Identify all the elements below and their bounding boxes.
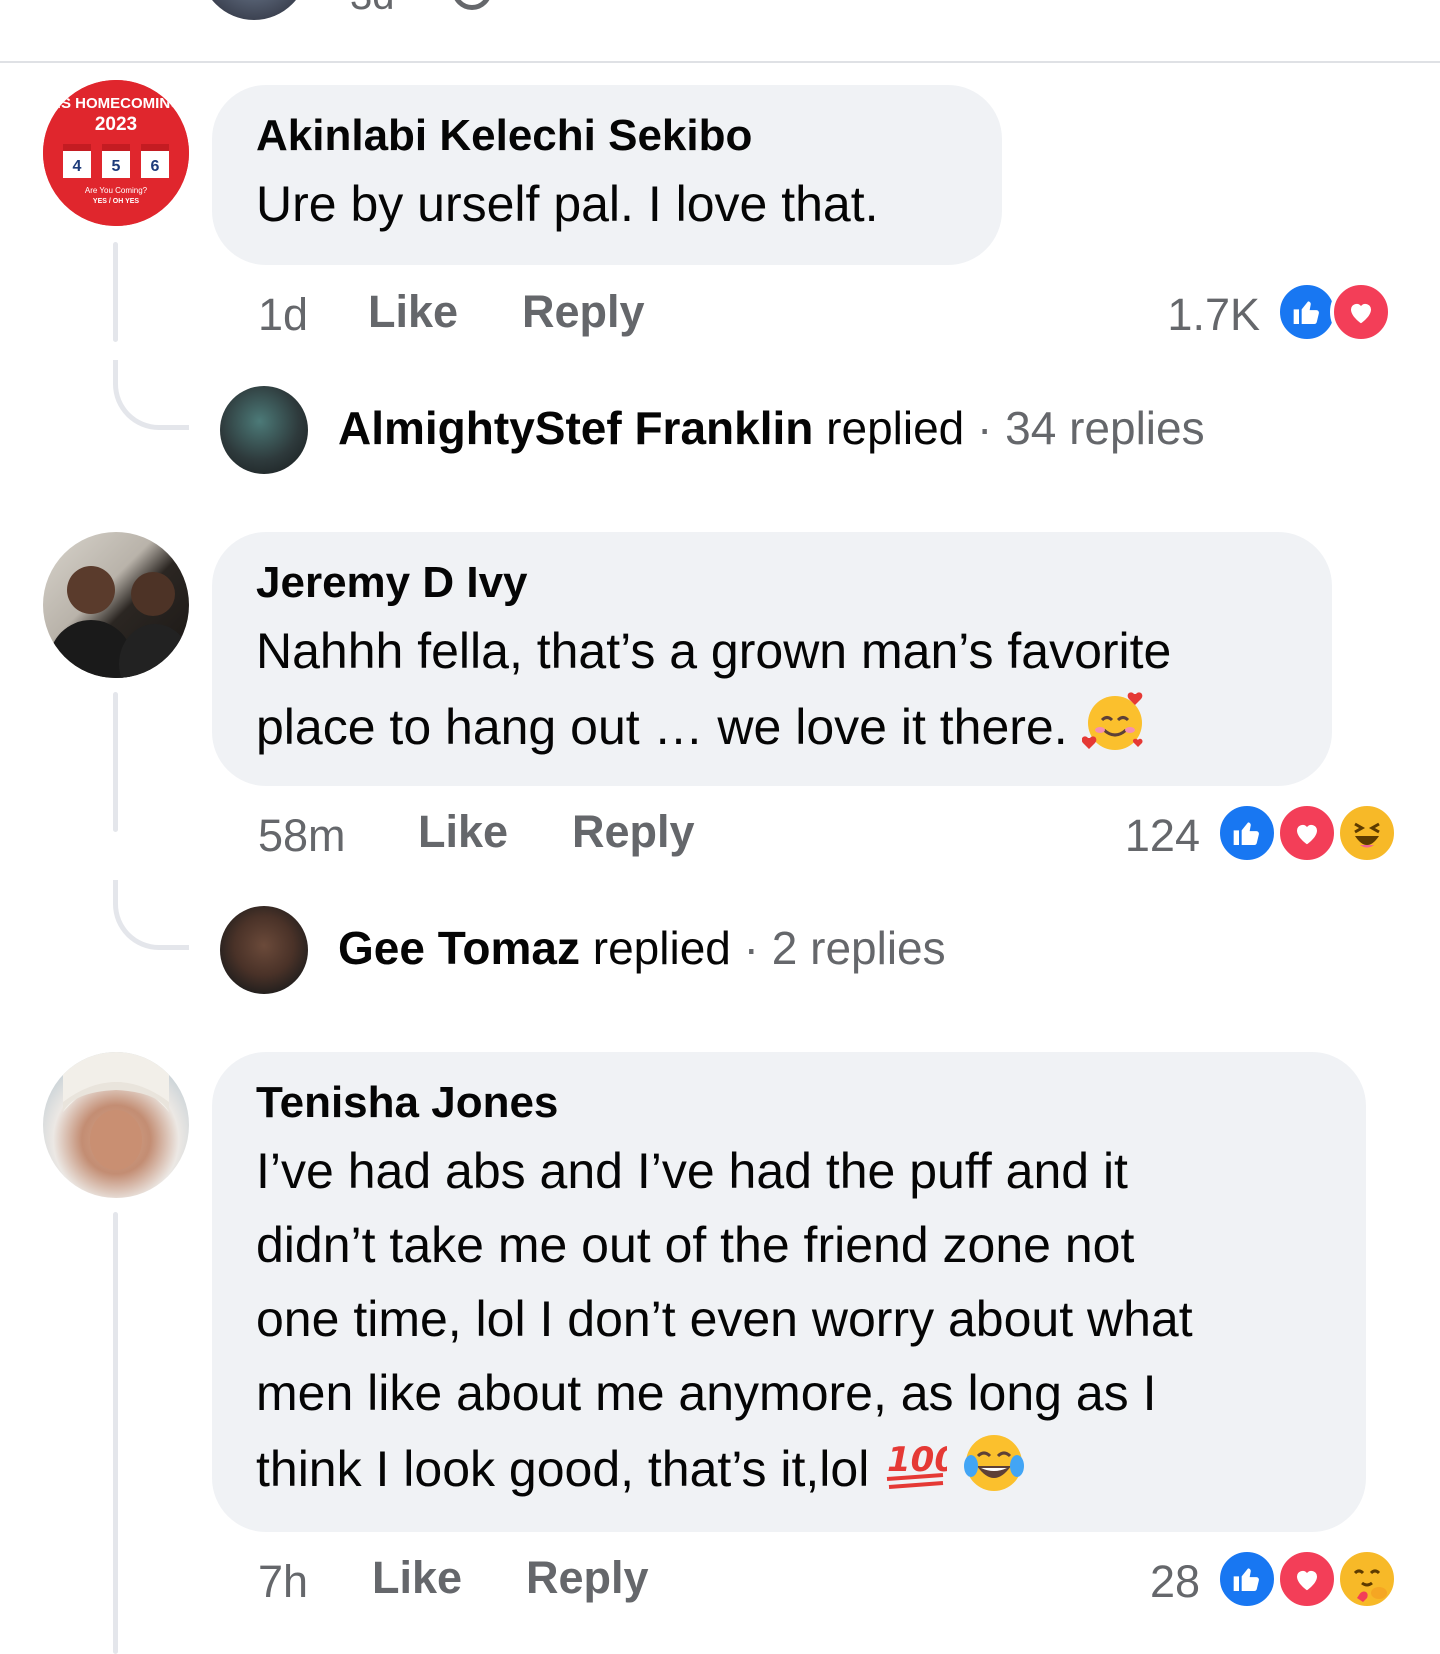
love-icon[interactable] (1276, 1548, 1338, 1610)
comment-text-line: didn’t take me out of the friend zone no… (256, 1217, 1135, 1273)
comment-text-line: Nahhh fella, that’s a grown man’s favori… (256, 623, 1172, 679)
comment-text-fragment: think I look good, that’s it,lol (256, 1441, 870, 1498)
comment-text-line: men like about me anymore, as long as I (256, 1365, 1157, 1421)
comment-author[interactable]: Tenisha Jones (256, 1072, 1322, 1134)
thumbs-up-glyph (1293, 301, 1319, 324)
love-icon[interactable] (1330, 281, 1392, 343)
comment-time[interactable]: 58m (258, 810, 346, 862)
comment-text: Ure by urself pal. I love that. (256, 176, 879, 232)
reply-button[interactable]: Reply (522, 286, 645, 338)
replied-verb: replied (826, 402, 965, 454)
avatar-photo (53, 1052, 169, 1198)
comment-bubble[interactable]: Jeremy D Ivy Nahhh fella, that’s a grown… (212, 532, 1332, 786)
thread-line (113, 242, 118, 342)
comment-text-line: one time, lol I don’t even worry about w… (256, 1291, 1193, 1347)
reply-button[interactable]: Reply (526, 1552, 649, 1604)
comment-time[interactable]: 7h (258, 1556, 308, 1608)
reaction-count[interactable]: 28 (1040, 1556, 1200, 1608)
like-icon[interactable] (1276, 281, 1338, 343)
like-icon[interactable] (1216, 802, 1278, 864)
care-icon[interactable] (1336, 1548, 1398, 1610)
face-with-tears-of-joy-emoji (961, 1430, 1027, 1516)
heart-glyph (1297, 1570, 1317, 1591)
comment-text-line: place to hang out … we love it there. (256, 688, 1288, 774)
haha-icon[interactable] (1336, 802, 1398, 864)
comment-text-line: think I look good, that’s it,lol 100 (256, 1430, 1322, 1516)
reply-button[interactable]: Reply (572, 806, 695, 858)
badge-day-3: 6 (151, 158, 160, 175)
reply-avatar[interactable] (220, 906, 308, 994)
globe-icon (452, 0, 492, 10)
reply-count[interactable]: 34 replies (1005, 402, 1204, 454)
comment-author[interactable]: Akinlabi Kelechi Sekibo (256, 105, 958, 167)
replies-link[interactable]: Gee Tomaz replied · 2 replies (338, 918, 946, 978)
homecoming-badge: HS HOMECOMING 2023 4 5 6 Are You Coming?… (43, 80, 189, 226)
badge-line-2: 2023 (95, 114, 137, 135)
thread-connector (113, 880, 189, 950)
comment-bubble[interactable]: Tenisha Jones I’ve had abs and I’ve had … (212, 1052, 1366, 1532)
avatar[interactable] (43, 1052, 189, 1198)
separator: · (743, 922, 759, 974)
badge-line-3: Are You Coming? (85, 186, 148, 195)
reply-count[interactable]: 2 replies (772, 922, 946, 974)
like-button[interactable]: Like (372, 1552, 462, 1604)
badge-line-4: YES / OH YES (93, 198, 139, 205)
heart-glyph (1297, 824, 1317, 845)
like-button[interactable]: Like (418, 806, 508, 858)
separator: · (977, 402, 993, 454)
badge-day-1: 4 (73, 158, 82, 175)
replies-link[interactable]: AlmightyStef Franklin replied · 34 repli… (338, 398, 1205, 458)
heart-glyph (1351, 303, 1371, 324)
comment-text-fragment: place to hang out … we love it there. (256, 699, 1068, 756)
badge-line-1: HS HOMECOMING (50, 95, 182, 112)
comment-time[interactable]: 1d (258, 289, 308, 341)
reply-avatar[interactable] (220, 386, 308, 474)
like-icon[interactable] (1216, 1548, 1278, 1610)
badge-day-2: 5 (112, 158, 121, 175)
reply-author[interactable]: Gee Tomaz (338, 922, 580, 974)
reaction-count[interactable]: 1.7K (1100, 289, 1260, 341)
replied-verb: replied (592, 922, 731, 974)
divider (0, 61, 1440, 63)
comment-bubble[interactable]: Akinlabi Kelechi Sekibo Ure by urself pa… (212, 85, 1002, 265)
comment-author[interactable]: Jeremy D Ivy (256, 552, 1288, 614)
hundred-points-emoji: 100 (883, 1433, 958, 1513)
smiling-face-with-hearts-emoji (1081, 688, 1148, 774)
thread-connector (113, 360, 189, 430)
thumbs-up-glyph (1233, 1568, 1259, 1591)
haha-glyph (1354, 822, 1380, 848)
thumbs-up-glyph (1233, 822, 1259, 845)
post-time[interactable]: 3d (350, 0, 395, 19)
reply-author[interactable]: AlmightyStef Franklin (338, 402, 813, 454)
comment-text-line: I’ve had abs and I’ve had the puff and i… (256, 1143, 1128, 1199)
reaction-count[interactable]: 124 (1040, 810, 1200, 862)
post-author-avatar[interactable] (200, 0, 308, 20)
thread-line (113, 1212, 118, 1654)
thread-line (113, 692, 118, 832)
love-icon[interactable] (1276, 802, 1338, 864)
avatar-photo (49, 566, 189, 678)
care-glyph (1353, 1569, 1387, 1602)
avatar[interactable] (43, 532, 189, 678)
avatar[interactable]: HS HOMECOMING 2023 4 5 6 Are You Coming?… (43, 80, 189, 226)
like-button[interactable]: Like (368, 286, 458, 338)
